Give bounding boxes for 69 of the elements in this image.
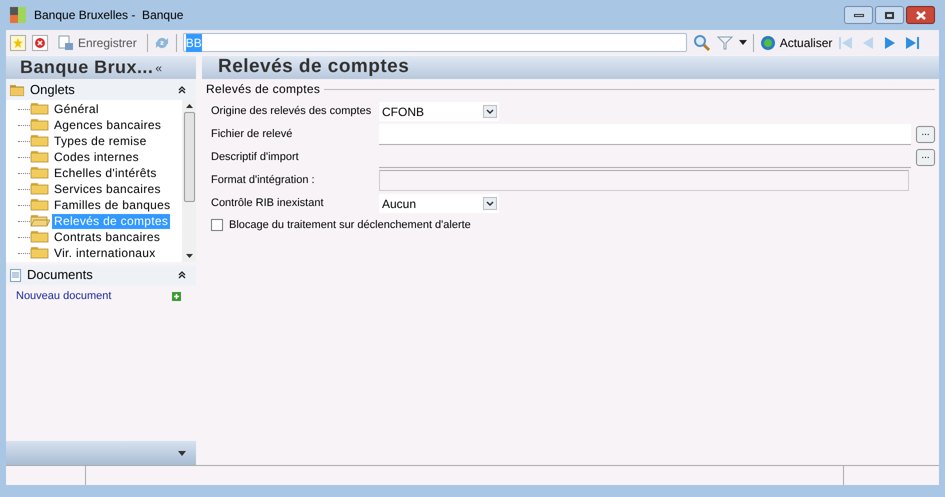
close-icon [35,38,45,48]
close-button[interactable] [906,6,935,24]
tree-item[interactable]: Echelles d'intérêts [52,166,159,180]
folder-icon [30,135,50,147]
tree-item[interactable]: Contrats bancaires [52,230,162,244]
checkbox-label: Blocage du traitement sur déclenchement d'alerte [229,218,471,233]
input-field[interactable] [379,124,911,145]
chevron-down-icon [483,197,497,210]
dropdown[interactable]: CFONB [379,102,499,121]
new-document-link[interactable]: Nouveau document [16,288,112,304]
folder-icon [30,215,50,227]
field-label: Origine des relevés des comptes [211,104,372,120]
section-title: Onglets [30,81,75,100]
field-label: Format d'intégration : [211,173,316,188]
delete-button[interactable] [32,34,48,50]
page-title: Relevés de comptes [218,55,410,80]
folder-icon [30,199,50,211]
caret-icon[interactable] [738,40,747,45]
tree-item[interactable]: Vir. internationaux [52,246,158,260]
app-logo-icon [10,7,26,23]
minimize-button[interactable] [844,6,873,24]
tree-item[interactable]: Services bancaires [52,182,163,196]
folder-icon [30,247,50,259]
document-icon [58,34,74,50]
field-label: Descriptif d'import [211,150,300,166]
folder-icon [30,231,50,243]
star-icon [13,38,23,48]
maximize-button[interactable] [875,6,904,24]
filter-icon[interactable] [716,34,733,50]
checkbox[interactable] [211,219,223,231]
scroll-up-icon[interactable] [186,104,192,108]
browse-button[interactable]: ... [916,126,935,143]
add-icon[interactable] [172,292,181,300]
tree-item[interactable]: Types de remise [52,134,149,148]
collapse-icon[interactable] [178,86,186,94]
last-page-icon[interactable] [904,36,920,50]
dropdown[interactable]: Aucun [379,194,499,213]
tree-item[interactable]: Général [52,102,101,116]
save-button[interactable]: Enregistrer [54,34,141,52]
sidebar-title: Banque Brux... [20,56,154,79]
refresh-button[interactable]: Actualiser [760,34,832,52]
close-icon [916,10,926,20]
field-label: Contrôle RIB inexistant [211,196,324,212]
tabs-section-header[interactable]: Onglets [6,80,196,100]
collapse-icon[interactable] [178,271,186,279]
field-label: Fichier de relevé [211,127,294,142]
tree-item[interactable]: Codes internes [52,150,141,164]
caret-icon[interactable] [178,450,186,456]
search-icon[interactable] [692,34,711,52]
group-title: Relevés de comptes [206,81,320,98]
documents-section-header[interactable]: Documents [6,265,196,285]
scroll-down-icon[interactable] [186,254,192,258]
tree-item[interactable]: Agences bancaires [52,118,164,132]
folder-icon [10,84,24,96]
folder-icon [30,103,50,115]
tree-item[interactable]: Familles de banques [52,198,172,212]
chevron-down-icon [483,105,497,118]
refresh-icon [760,34,776,50]
folder-icon [30,119,50,131]
window-title: Banque Bruxelles - Banque [34,7,184,24]
new-button[interactable] [10,34,26,50]
collapse-button[interactable]: « [155,58,162,76]
browse-button[interactable]: ... [916,149,935,166]
section-title: Documents [27,266,93,284]
folder-icon [30,151,50,163]
folder-icon [30,167,50,179]
scrollbar[interactable] [182,100,196,262]
document-icon [10,268,21,282]
folder-icon [30,183,50,195]
